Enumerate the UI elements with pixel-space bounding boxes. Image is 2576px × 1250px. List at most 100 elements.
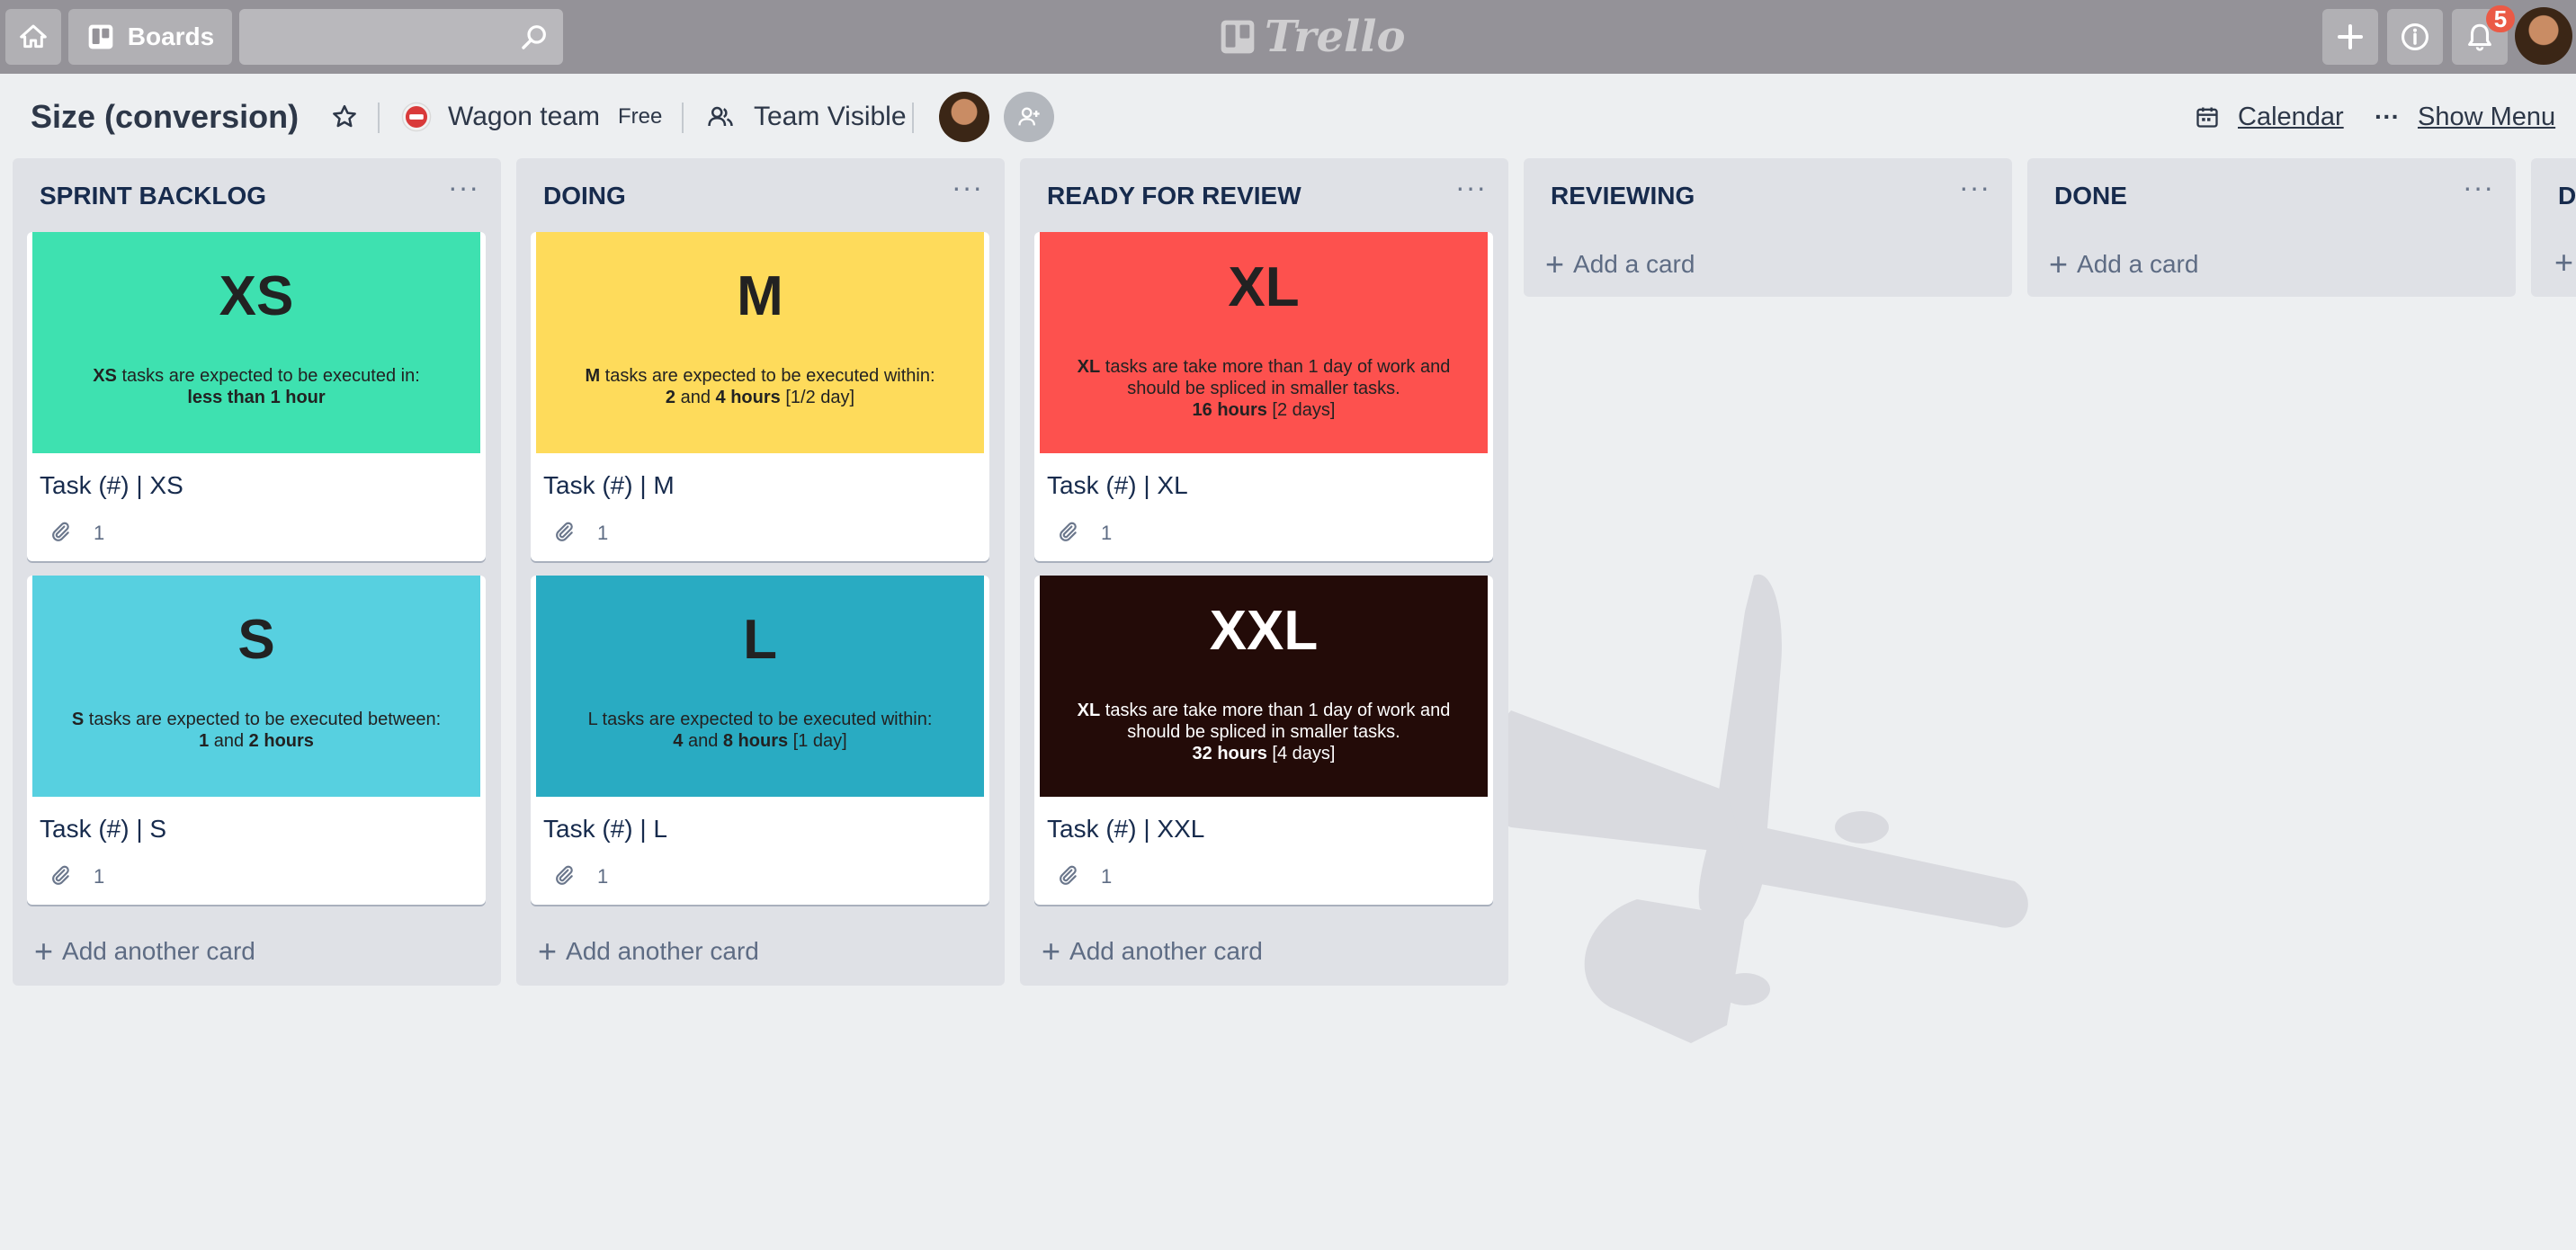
boards-icon xyxy=(88,24,113,49)
add-card-button[interactable]: + Add a card xyxy=(2049,246,2199,282)
add-card-label: Add a card xyxy=(2077,250,2199,278)
card-title: Task (#) | L xyxy=(543,815,667,843)
attachment-count: 1 xyxy=(94,522,105,544)
card[interactable]: XL XL tasks are take more than 1 day of w… xyxy=(1034,232,1493,561)
list-title[interactable]: REVIEWING xyxy=(1551,182,1695,210)
card[interactable]: L L tasks are expected to be executed wit… xyxy=(531,576,989,905)
board-member-avatar[interactable] xyxy=(939,92,989,142)
cover-size-title: XS xyxy=(219,265,294,327)
attachment-count: 1 xyxy=(597,865,609,888)
add-card-button[interactable]: + xyxy=(2554,246,2576,279)
cover-size-title: L xyxy=(743,609,777,671)
visibility-button[interactable]: Team Visible xyxy=(707,90,907,144)
calendar-button[interactable]: Calendar xyxy=(2195,90,2344,144)
cover-text-segment: tasks are expected to be executed betwee… xyxy=(84,710,442,729)
card-cover-image: XL XL tasks are take more than 1 day of w… xyxy=(1040,232,1488,453)
list-menu-button[interactable]: ··· xyxy=(1959,171,1990,204)
info-icon xyxy=(2401,22,2429,51)
cover-description: M tasks are expected to be executed with… xyxy=(554,365,966,408)
add-card-label: Add another card xyxy=(1069,937,1263,965)
cover-size-title: S xyxy=(237,609,275,671)
list-title[interactable]: READY FOR REVIEW xyxy=(1047,182,1301,210)
add-card-button[interactable]: + Add another card xyxy=(538,935,759,968)
cover-description: S tasks are expected to be executed betw… xyxy=(50,709,462,752)
list-doing[interactable]: DOING ··· M M tasks are expected to be exec… xyxy=(516,158,1005,986)
info-button[interactable] xyxy=(2387,9,2443,65)
cover-emphasis: 2 hours xyxy=(248,731,314,751)
cover-description-line: 2 and 4 hours [1/2 day] xyxy=(554,387,966,408)
cover-text-segment: [1 day] xyxy=(788,731,847,751)
list-menu-button[interactable]: ··· xyxy=(1455,171,1487,204)
cover-text-segment: [1/2 day] xyxy=(780,388,855,407)
header-divider xyxy=(682,103,684,133)
team-button[interactable]: Wagon team Free xyxy=(401,90,662,144)
card-title: Task (#) | XS xyxy=(40,471,183,499)
card-title: Task (#) | M xyxy=(543,471,675,499)
list-ready-for-review[interactable]: READY FOR REVIEW ··· XL XL tasks are take m… xyxy=(1020,158,1508,986)
list-title[interactable]: SPRINT BACKLOG xyxy=(40,182,266,210)
header-divider xyxy=(912,103,914,133)
show-menu-button[interactable]: ··· Show Menu xyxy=(2375,90,2555,144)
list-header: SPRINT BACKLOG ··· xyxy=(13,158,501,234)
board-title[interactable]: Size (conversion) xyxy=(31,90,299,144)
cover-description-line: less than 1 hour xyxy=(50,387,462,408)
create-button[interactable] xyxy=(2322,9,2378,65)
cover-text-segment: [2 days] xyxy=(1266,400,1336,420)
cover-description: XL tasks are take more than 1 day of wor… xyxy=(1058,356,1470,421)
cover-size-title: M xyxy=(737,265,783,327)
cover-text-segment: tasks are take more than 1 day of work a… xyxy=(1100,701,1451,720)
team-plan-tag: Free xyxy=(617,104,663,129)
notification-count-badge: 5 xyxy=(2486,5,2515,32)
add-card-label: Add another card xyxy=(566,937,759,965)
cover-emphasis: 2 xyxy=(665,388,676,407)
plus-icon: + xyxy=(2049,246,2069,282)
more-icon: ··· xyxy=(2375,103,2400,130)
team-icon xyxy=(401,102,432,132)
star-button[interactable] xyxy=(331,90,358,144)
cover-description: XS tasks are expected to be executed in:… xyxy=(50,365,462,408)
home-button[interactable] xyxy=(5,9,61,65)
card-cover-image: XXL XL tasks are take more than 1 day of … xyxy=(1040,576,1488,797)
list-menu-button[interactable]: ··· xyxy=(2463,171,2494,204)
cover-text-segment: [4 days] xyxy=(1266,744,1336,763)
cover-emphasis: XL xyxy=(1077,701,1101,720)
add-card-button[interactable]: + Add another card xyxy=(1042,935,1263,968)
paperclip-icon xyxy=(49,863,72,887)
search-input[interactable] xyxy=(239,9,563,65)
visibility-label: Team Visible xyxy=(754,102,907,131)
list-title[interactable]: DOING xyxy=(543,182,626,210)
cover-text-segment: and xyxy=(675,388,716,407)
plus-icon: + xyxy=(34,933,54,969)
attachment-count: 1 xyxy=(1101,522,1113,544)
trello-logo[interactable]: Trello xyxy=(1220,12,1406,62)
cover-description-line: L tasks are expected to be executed with… xyxy=(554,709,966,730)
add-card-label: Add a card xyxy=(1573,250,1695,278)
add-member-icon xyxy=(1018,107,1040,126)
list-done[interactable]: DONE ··· + Add a card xyxy=(2027,158,2516,297)
user-avatar[interactable] xyxy=(2515,7,2572,65)
cover-text-segment: L tasks are expected to be executed with… xyxy=(587,710,933,729)
invite-member-button[interactable] xyxy=(1004,92,1054,142)
list-header: REVIEWING ··· xyxy=(1524,158,2012,234)
list-reviewing[interactable]: REVIEWING ··· + Add a card xyxy=(1524,158,2012,297)
card[interactable]: XS XS tasks are expected to be executed i… xyxy=(27,232,486,561)
list-title[interactable]: D xyxy=(2558,182,2576,210)
list-menu-button[interactable]: ··· xyxy=(448,171,479,204)
header-divider xyxy=(378,103,380,133)
cover-description: XL tasks are take more than 1 day of wor… xyxy=(1058,700,1470,764)
list-title[interactable]: DONE xyxy=(2054,182,2127,210)
add-card-button[interactable]: + Add a card xyxy=(1545,248,1695,281)
cover-emphasis: 4 xyxy=(673,731,684,751)
list-sprint-backlog[interactable]: SPRINT BACKLOG ··· XS XS tasks are expected… xyxy=(13,158,501,986)
cover-emphasis: S xyxy=(71,710,85,729)
card[interactable]: M M tasks are expected to be executed wit… xyxy=(531,232,989,561)
card[interactable]: XXL XL tasks are take more than 1 day of … xyxy=(1034,576,1493,905)
boards-button[interactable]: Boards xyxy=(68,9,232,65)
calendar-icon xyxy=(2196,107,2218,128)
attachment-count: 1 xyxy=(1101,865,1113,888)
card[interactable]: SS tasks are expected to be executed bet… xyxy=(27,576,486,905)
cover-emphasis: XS xyxy=(93,366,117,386)
list-menu-button[interactable]: ··· xyxy=(952,171,983,204)
list-d[interactable]: D + xyxy=(2531,158,2576,297)
add-card-button[interactable]: + Add another card xyxy=(34,933,255,969)
